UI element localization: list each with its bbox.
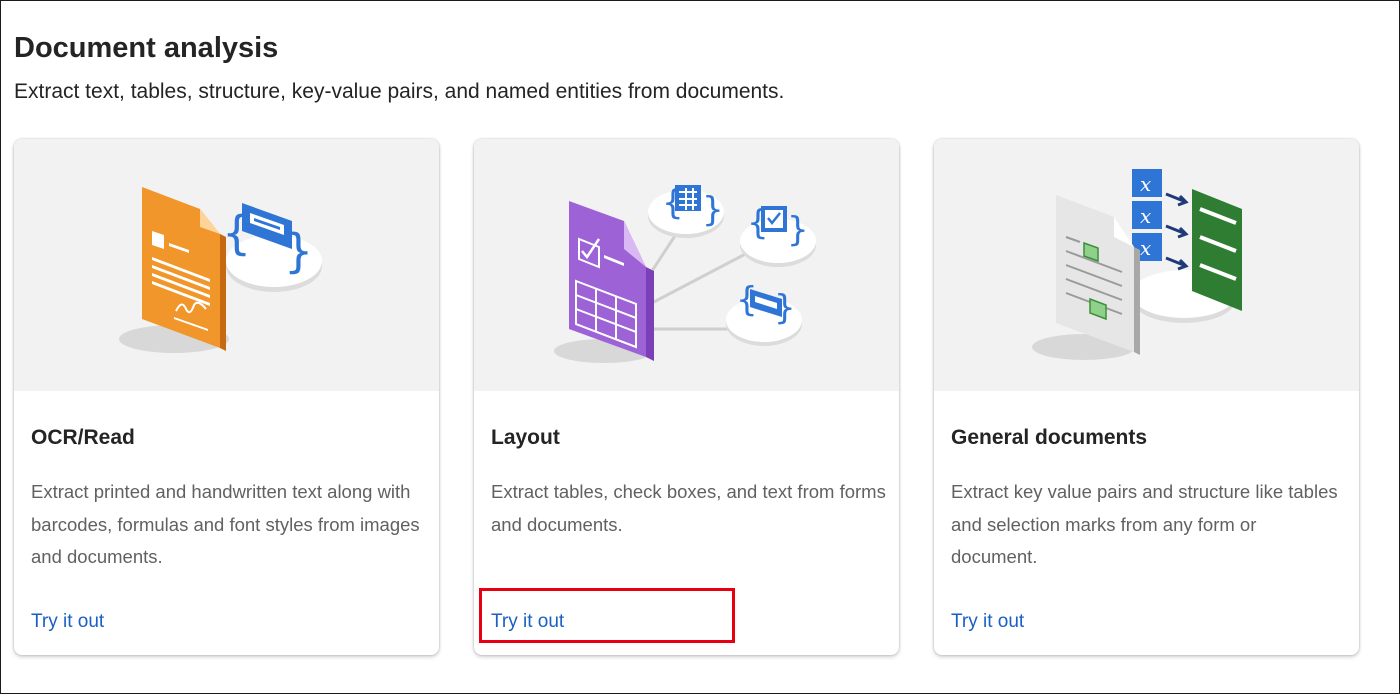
highlight-box (479, 588, 735, 643)
card-layout[interactable]: { } { } { } Layout Extract tables, check… (474, 139, 899, 655)
card-illustration: x x x (934, 139, 1359, 391)
layout-document-icon: { } { } { } (554, 183, 816, 363)
try-it-out-link[interactable]: Try it out (951, 609, 1024, 635)
card-description: Extract tables, check boxes, and text fr… (491, 481, 886, 535)
svg-text:}: } (702, 190, 724, 230)
card-title: General documents (951, 426, 1148, 449)
card-illustration: { } { } { } (474, 139, 899, 391)
card-description: Extract key value pairs and structure li… (951, 481, 1338, 567)
card-general-documents[interactable]: x x x General documents Extract key valu… (934, 139, 1359, 655)
page-subtitle: Extract text, tables, structure, key-val… (14, 80, 785, 103)
card-illustration: { } (14, 139, 439, 391)
general-document-icon: x x x (1032, 169, 1242, 360)
card-ocr-read[interactable]: { } OCR/Read Extract printed and handwri… (14, 139, 439, 655)
svg-text:x: x (1140, 236, 1151, 260)
try-it-out-link[interactable]: Try it out (31, 609, 104, 635)
svg-text:}: } (787, 210, 809, 250)
card-title: OCR/Read (31, 426, 135, 449)
card-title: Layout (491, 426, 560, 449)
svg-text:x: x (1140, 204, 1151, 228)
page-title: Document analysis (14, 32, 279, 64)
card-description: Extract printed and handwritten text alo… (31, 481, 420, 567)
svg-text:x: x (1140, 172, 1151, 196)
ocr-document-icon: { } (119, 187, 322, 353)
